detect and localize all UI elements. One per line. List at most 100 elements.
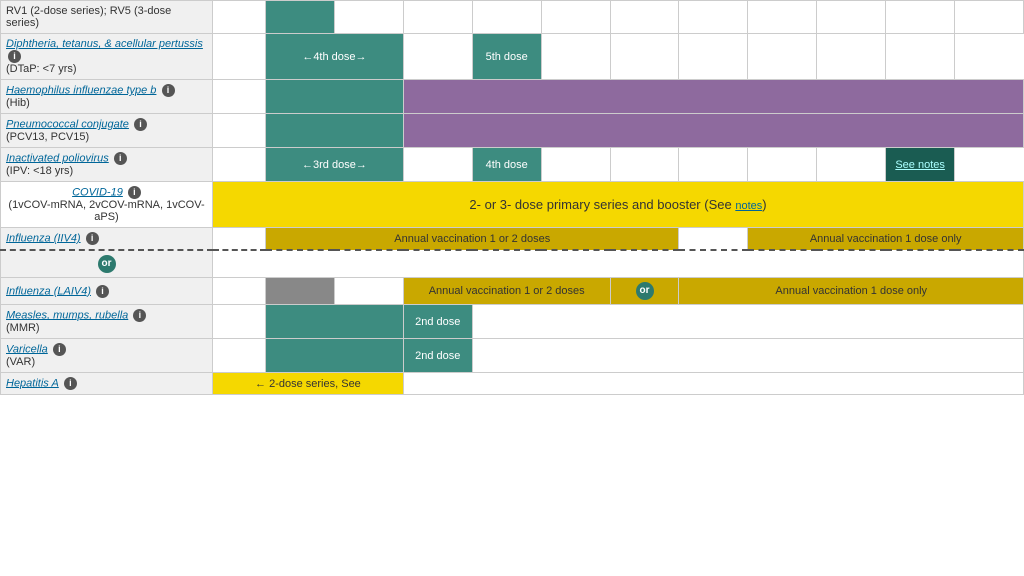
mmr-col2: [266, 305, 404, 339]
dtap-col9: [817, 34, 886, 80]
or-row-cell: or: [1, 250, 213, 278]
hepa-dose-series: ← 2-dose series, See: [213, 373, 404, 395]
laiv-col2: [334, 278, 403, 305]
covid-span: 2- or 3- dose primary series and booster…: [213, 182, 1024, 228]
rv-col5: [472, 1, 541, 34]
laiv-col1: [213, 278, 266, 305]
hepa-link[interactable]: Hepatitis A: [6, 377, 59, 389]
vaccine-covid: COVID-19 i (1vCOV-mRNA, 2vCOV-mRNA, 1vCO…: [1, 182, 213, 228]
influenza-iiv-link[interactable]: Influenza (IIV4): [6, 232, 81, 244]
vaccine-hib: Haemophilus influenzae type b i (Hib): [1, 80, 213, 114]
rv-col7: [610, 1, 679, 34]
mmr-col1: [213, 305, 266, 339]
vaccine-mmr: Measles, mumps, rubella i (MMR): [1, 305, 213, 339]
rv-col2: [266, 1, 335, 34]
rv-col4: [403, 1, 472, 34]
hib-col2: [266, 80, 404, 114]
rv-col6: [541, 1, 610, 34]
rv-col12: [955, 1, 1024, 34]
ipv-col2: [403, 148, 472, 182]
hib-info-icon[interactable]: i: [162, 84, 175, 97]
ipv-col7: [817, 148, 886, 182]
mmr-link[interactable]: Measles, mumps, rubella: [6, 309, 128, 321]
ipv-col3: [541, 148, 610, 182]
vaccine-rv: RV1 (2-dose series); RV5 (3-dose series): [1, 1, 213, 34]
iiv-col1: [213, 228, 266, 251]
dtap-col7: [679, 34, 748, 80]
or-badge: or: [98, 255, 116, 273]
ipv-link[interactable]: Inactivated poliovirus: [6, 152, 109, 164]
influenza-iiv-info-icon[interactable]: i: [86, 232, 99, 245]
dtap-col1: [213, 34, 266, 80]
dtap-subtext: (DTaP: <7 yrs): [6, 63, 207, 75]
var-col1: [213, 339, 266, 373]
mmr-dose2: 2nd dose: [403, 305, 472, 339]
rv-col1: [213, 1, 266, 34]
influenza-laiv-link[interactable]: Influenza (LAIV4): [6, 285, 91, 297]
mmr-col3: [472, 305, 1023, 339]
ipv-col4: [610, 148, 679, 182]
vaccine-varicella: Varicella i (VAR): [1, 339, 213, 373]
dtap-info-icon[interactable]: i: [8, 50, 21, 63]
ipv-col1: [213, 148, 266, 182]
dtap-col5: [541, 34, 610, 80]
hib-col1: [213, 80, 266, 114]
ipv-info-icon[interactable]: i: [114, 152, 127, 165]
hib-link[interactable]: Haemophilus influenzae type b: [6, 84, 156, 96]
dtap-col8: [748, 34, 817, 80]
rv-col10: [817, 1, 886, 34]
pcv-subtext: (PCV13, PCV15): [6, 131, 207, 143]
dtap-link[interactable]: Diphtheria, tetanus, & acellular pertuss…: [6, 38, 203, 50]
covid-subtext: (1vCOV-mRNA, 2vCOV-mRNA, 1vCOV-aPS): [6, 199, 207, 223]
pcv-col3: [403, 114, 1023, 148]
mmr-subtext: (MMR): [6, 322, 207, 334]
vaccine-dtap: Diphtheria, tetanus, & acellular pertuss…: [1, 34, 213, 80]
var-dose2: 2nd dose: [403, 339, 472, 373]
var-col3: [472, 339, 1023, 373]
ipv-col5: [679, 148, 748, 182]
influenza-laiv-info-icon[interactable]: i: [96, 285, 109, 298]
dtap-col3: [403, 34, 472, 80]
mmr-info-icon[interactable]: i: [133, 309, 146, 322]
ipv-seenotes: See notes: [886, 148, 955, 182]
rv-col3: [334, 1, 403, 34]
rv-col8: [679, 1, 748, 34]
or-spacer: [213, 250, 1024, 278]
varicella-link[interactable]: Varicella: [6, 343, 48, 355]
laiv-or-badge: or: [636, 282, 654, 300]
vaccine-hepa: Hepatitis A i: [1, 373, 213, 395]
rv-col9: [748, 1, 817, 34]
laiv-gray1: [266, 278, 335, 305]
varicella-subtext: (VAR): [6, 356, 207, 368]
rv-col11: [886, 1, 955, 34]
ipv-col6: [748, 148, 817, 182]
iiv-gap: [679, 228, 748, 251]
vaccine-pcv: Pneumococcal conjugate i (PCV13, PCV15): [1, 114, 213, 148]
hib-subtext: (Hib): [6, 97, 207, 109]
pcv-info-icon[interactable]: i: [134, 118, 147, 131]
varicella-info-icon[interactable]: i: [53, 343, 66, 356]
pcv-col2: [266, 114, 404, 148]
dtap-col10: [886, 34, 955, 80]
dtap-dose4: ←4th dose→: [266, 34, 404, 80]
ipv-dose3: ←3rd dose→: [266, 148, 404, 182]
pcv-link[interactable]: Pneumococcal conjugate: [6, 118, 129, 130]
pcv-col1: [213, 114, 266, 148]
vaccine-influenza-iiv: Influenza (IIV4) i: [1, 228, 213, 251]
ipv-subtext: (IPV: <18 yrs): [6, 165, 207, 177]
covid-notes-link[interactable]: notes: [735, 200, 762, 212]
var-col2: [266, 339, 404, 373]
iiv-annual2: Annual vaccination 1 dose only: [748, 228, 1024, 251]
laiv-annual2: Annual vaccination 1 dose only: [679, 278, 1024, 305]
laiv-or-cell: or: [610, 278, 679, 305]
ipv-dose4: 4th dose: [472, 148, 541, 182]
dtap-col6: [610, 34, 679, 80]
hib-col3: [403, 80, 1023, 114]
hepa-info-icon[interactable]: i: [64, 377, 77, 390]
dtap-dose5: 5th dose: [472, 34, 541, 80]
vaccine-influenza-laiv: Influenza (LAIV4) i: [1, 278, 213, 305]
rv-label: RV1 (2-dose series); RV5 (3-dose series): [6, 5, 171, 29]
covid-info-icon[interactable]: i: [128, 186, 141, 199]
laiv-annual1: Annual vaccination 1 or 2 doses: [403, 278, 610, 305]
covid-link[interactable]: COVID-19: [72, 186, 123, 198]
